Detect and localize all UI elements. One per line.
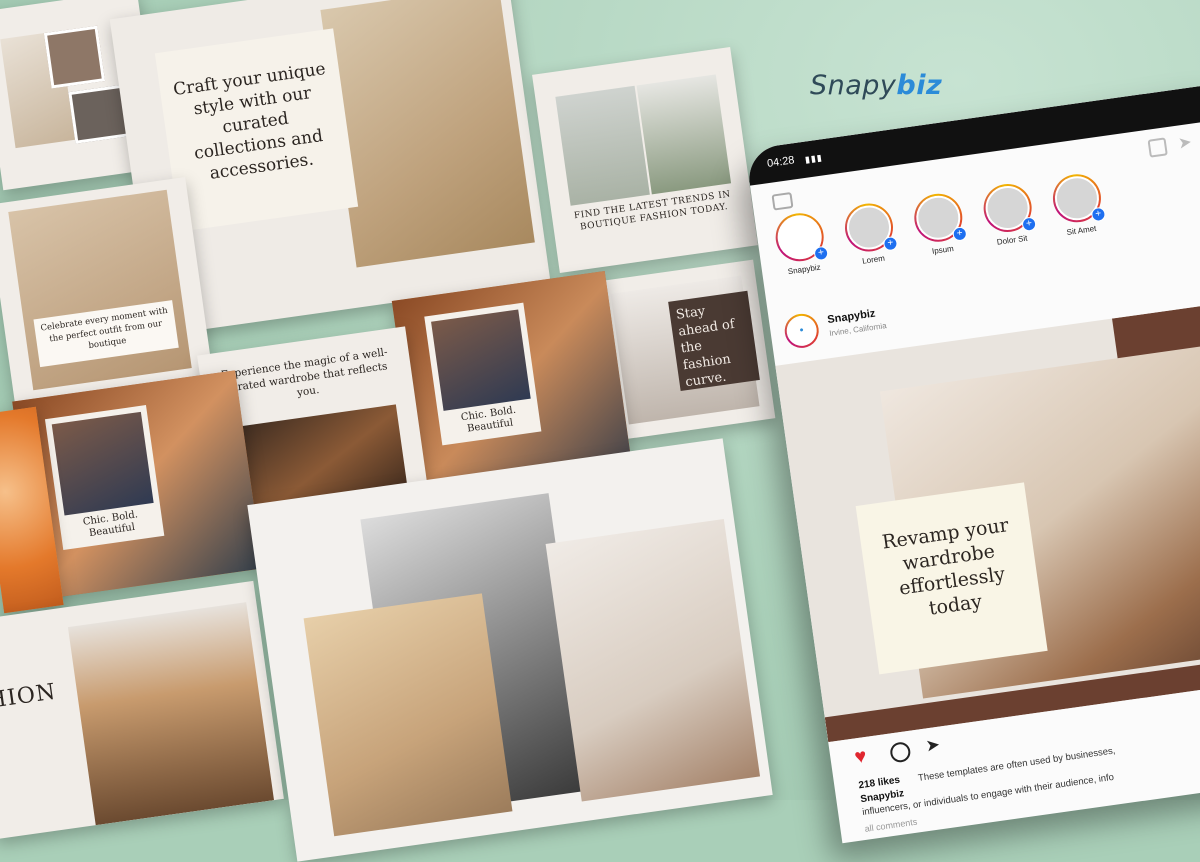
story-label: Ipsum <box>931 243 955 256</box>
jewelry-photo <box>320 0 535 268</box>
comment-icon[interactable] <box>889 740 912 764</box>
stay-ahead-text: Stay ahead of the fashion curve. <box>675 303 736 391</box>
post-headline: Revamp your wardrobe effortlessly today <box>880 514 1010 620</box>
chic-polaroid-1: Chic. Bold. Beautiful <box>424 302 542 446</box>
mannequin-inner-2 <box>51 411 154 516</box>
camera-icon[interactable] <box>771 191 794 211</box>
trends-photo-right <box>636 74 732 195</box>
status-time: 04:28 <box>766 154 796 170</box>
craft-text: Craft your unique style with our curated… <box>172 58 327 184</box>
story-lorem[interactable]: + Lorem <box>836 200 904 269</box>
rack-photo <box>67 602 274 826</box>
chic-polaroid-2: Chic. Bold. Beautiful <box>44 405 165 550</box>
template-card-celebrate[interactable]: Celebrate every moment with the perfect … <box>0 177 213 403</box>
story-sit-amet[interactable]: + Sit Amet <box>1044 170 1112 239</box>
post-image[interactable]: Revamp your wardrobe effortlessly today <box>775 299 1200 743</box>
avatar[interactable]: ● <box>782 311 821 351</box>
story-label: Sit Amet <box>1066 223 1097 237</box>
template-card-fashion[interactable]: HION <box>0 580 284 840</box>
headline-box: Revamp your wardrobe effortlessly today <box>855 482 1048 675</box>
heart-icon[interactable]: ♥ <box>853 745 868 769</box>
signal-icon: ▮▮▮ <box>804 152 824 165</box>
add-story-icon: + <box>1021 216 1037 233</box>
story-ipsum[interactable]: + Ipsum <box>905 190 973 259</box>
fashion-word: HION <box>0 679 58 714</box>
brand-name-a: Snapy <box>810 70 897 101</box>
template-card-trends[interactable]: FIND THE LATEST TRENDS IN BOUTIQUE FASHI… <box>532 47 758 273</box>
add-story-icon: + <box>813 245 830 262</box>
send-icon[interactable]: ➤ <box>1177 132 1193 154</box>
story-snapybiz[interactable]: + Snapybiz <box>767 209 835 278</box>
story-label: Dolor Sit <box>996 233 1028 247</box>
celebrate-photo <box>8 189 192 391</box>
add-story-icon: + <box>951 226 968 242</box>
story-label: Lorem <box>861 253 886 266</box>
story-dolor-sit[interactable]: + Dolor Sit <box>975 180 1043 249</box>
white-shirt-photo <box>545 518 761 802</box>
bag-photo <box>43 25 106 89</box>
trends-photo-left <box>555 85 650 206</box>
igtv-icon[interactable] <box>1147 137 1168 158</box>
brand-name-b: biz <box>896 70 943 101</box>
mannequin-inner-1 <box>431 309 531 411</box>
story-label: Snapybiz <box>787 262 822 277</box>
stay-ahead-box: Stay ahead of the fashion curve. <box>668 290 760 392</box>
add-story-icon: + <box>882 235 899 252</box>
experience-text: Experience the magic of a well-curated w… <box>220 346 389 399</box>
brand-logo: Snapybiz <box>810 70 942 101</box>
view-comments-link[interactable]: all comments <box>864 817 918 834</box>
add-story-icon: + <box>1090 206 1107 223</box>
share-icon[interactable]: ➤ <box>924 735 941 757</box>
template-card-portraits[interactable] <box>247 438 773 862</box>
